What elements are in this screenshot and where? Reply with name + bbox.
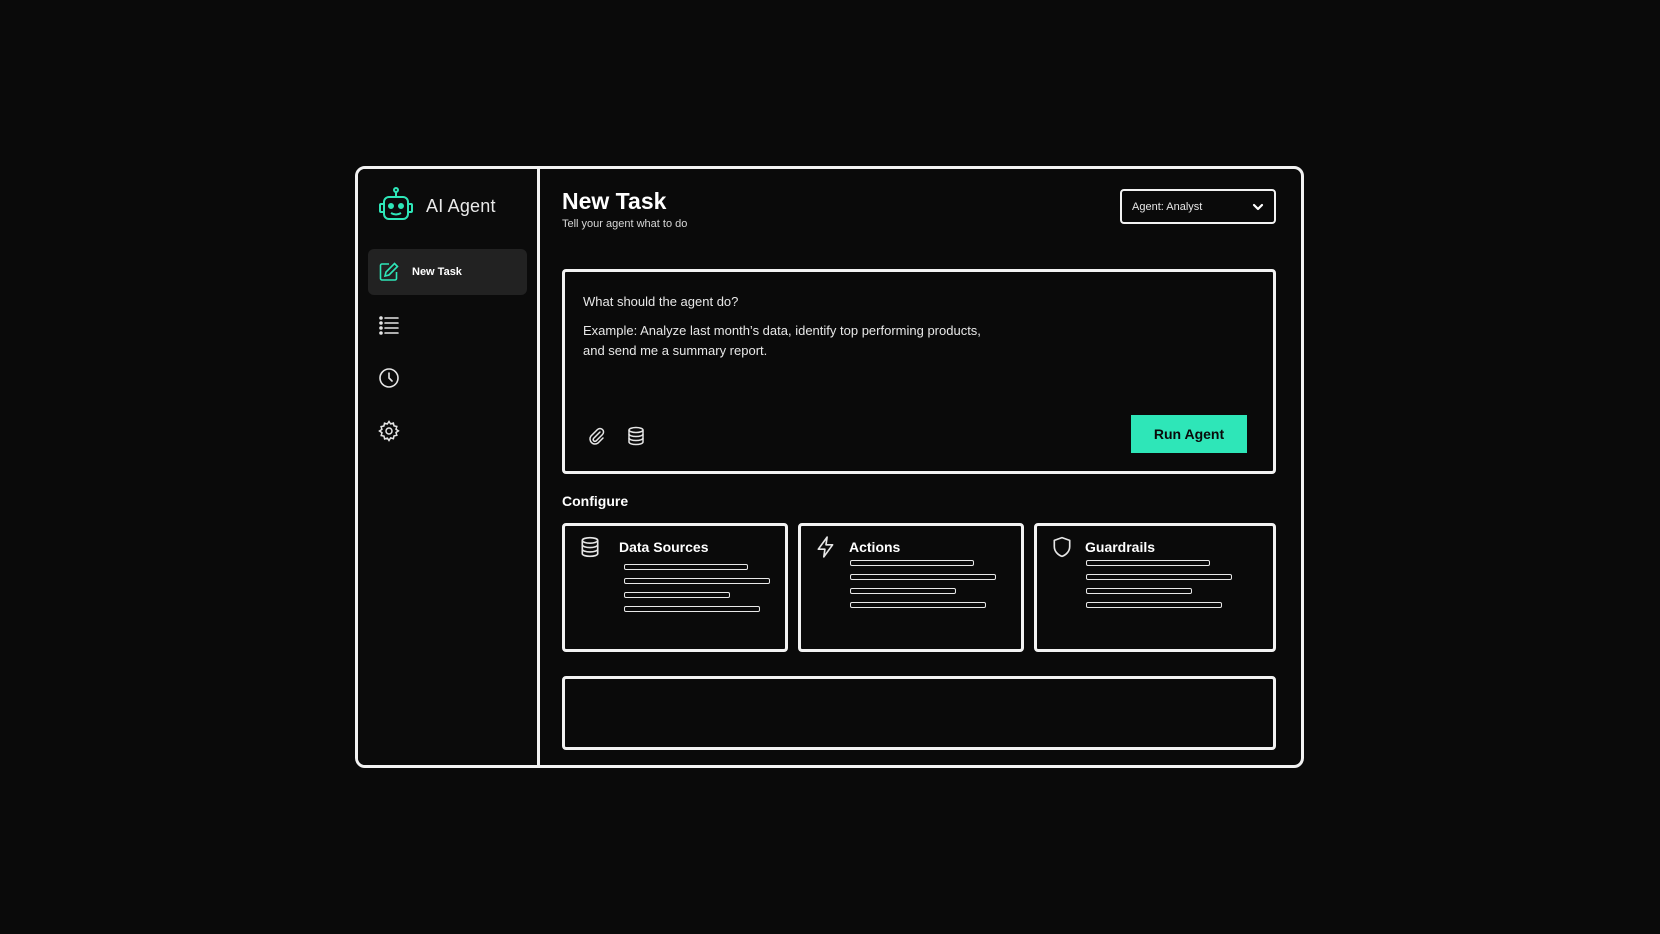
edit-icon — [378, 261, 400, 283]
prompt-question: What should the agent do? — [583, 294, 739, 309]
database-icon[interactable] — [625, 425, 647, 447]
clock-icon — [378, 367, 400, 389]
actions-card[interactable]: Actions — [798, 523, 1024, 652]
card-title: Guardrails — [1085, 539, 1156, 555]
task-prompt-input[interactable]: What should the agent do? Example: Analy… — [562, 269, 1276, 474]
sidebar-item-new-task[interactable]: New Task — [368, 249, 527, 295]
card-title: Data Sources — [619, 539, 709, 555]
sidebar-item-tasks[interactable] — [368, 302, 527, 348]
brand: AI Agent — [368, 183, 527, 229]
guardrails-card[interactable]: Guardrails — [1034, 523, 1276, 652]
database-icon — [579, 536, 601, 558]
sidebar: AI Agent New Task — [358, 169, 540, 765]
data-sources-card[interactable]: Data Sources — [562, 523, 788, 652]
brand-name: AI Agent — [426, 195, 496, 216]
page-header: New Task Tell your agent what to do Agen… — [562, 187, 1276, 257]
configure-label: Configure — [562, 493, 629, 509]
placeholder-lines — [624, 564, 771, 612]
sidebar-item-history[interactable] — [368, 355, 527, 401]
shield-icon — [1051, 536, 1073, 558]
agent-select[interactable]: Agent: Analyst — [1120, 189, 1276, 224]
list-icon — [378, 314, 400, 336]
sidebar-item-settings[interactable] — [368, 408, 527, 454]
placeholder-lines — [850, 560, 1007, 608]
sidebar-nav: New Task — [368, 249, 527, 461]
prompt-example: Example: Analyze last month’s data, iden… — [583, 323, 981, 358]
prompt-tools — [585, 425, 647, 447]
agent-select-value: Agent: Analyst — [1132, 200, 1203, 213]
placeholder-lines — [1086, 560, 1259, 608]
configure-cards: Data Sources Actions Guardrails — [562, 523, 1276, 652]
app-window: AI Agent New Task New Task Tell your age… — [355, 166, 1304, 768]
page-title: New Task — [562, 188, 667, 214]
run-agent-button[interactable]: Run Agent — [1131, 415, 1247, 453]
robot-icon — [376, 186, 416, 226]
card-title: Actions — [849, 539, 901, 555]
lightning-icon — [815, 536, 837, 558]
page-subtitle: Tell your agent what to do — [562, 218, 688, 230]
main-panel: New Task Tell your agent what to do Agen… — [540, 169, 1301, 765]
gear-icon — [378, 420, 400, 442]
output-panel — [562, 676, 1276, 750]
sidebar-item-label: New Task — [412, 266, 462, 278]
paperclip-icon[interactable] — [585, 425, 607, 447]
chevron-down-icon — [1252, 201, 1264, 213]
